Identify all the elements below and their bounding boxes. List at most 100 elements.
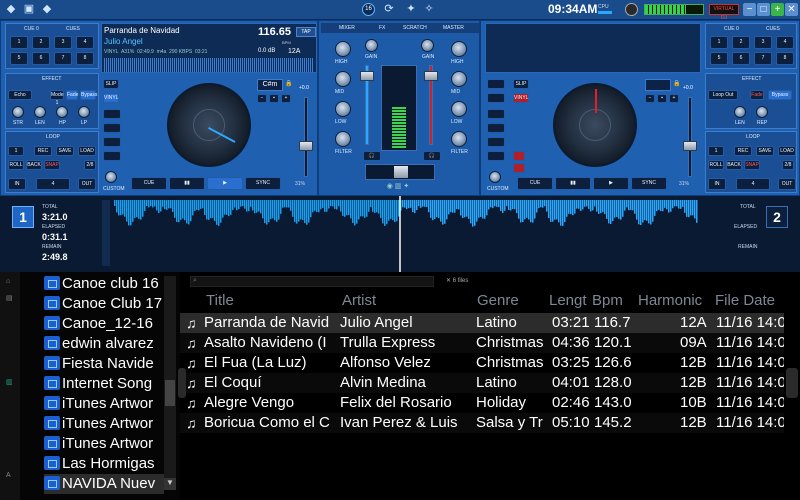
tab-mixer[interactable]: MIXER — [339, 25, 355, 31]
folder-panel-tab[interactable] — [178, 368, 186, 398]
key-down-right[interactable]: − — [645, 94, 655, 103]
loop-out-right[interactable]: OUT — [778, 178, 796, 190]
deck-number-left[interactable]: 1 — [12, 206, 34, 228]
col-harmonic[interactable]: Harmonic — [638, 292, 702, 309]
folder-item[interactable]: Internet Song — [44, 374, 164, 394]
folder-item[interactable]: Canoe_12-16 — [44, 314, 164, 334]
sync-button-right[interactable]: SYNC — [631, 177, 667, 190]
lock-icon[interactable]: 🔒 — [285, 80, 293, 90]
key-down[interactable]: − — [257, 94, 267, 103]
effect-bypass[interactable]: Bypass — [80, 90, 97, 100]
mini-waveform[interactable] — [104, 58, 314, 72]
loop-roll[interactable]: ROLL — [8, 160, 24, 170]
hotcue-2[interactable]: 2 — [732, 36, 750, 49]
eq-knob-right-low[interactable] — [451, 101, 467, 117]
eq-knob-left-high[interactable] — [335, 41, 351, 57]
sync-button[interactable]: SYNC — [245, 177, 281, 190]
red-btn-2[interactable] — [513, 163, 525, 173]
hotcue-7[interactable]: 7 — [54, 52, 72, 65]
hotcue-6[interactable]: 6 — [732, 52, 750, 65]
col-genre[interactable]: Genre — [477, 292, 519, 309]
side-panel-tab[interactable] — [786, 368, 798, 398]
scroll-down-icon[interactable]: ▼ — [164, 478, 176, 490]
loop-snap[interactable]: SNAP — [44, 160, 60, 170]
folder-item[interactable]: Canoe club 16 — [44, 274, 164, 294]
pitch-fader-right[interactable] — [683, 141, 697, 151]
tab-master[interactable]: MASTER — [443, 25, 464, 31]
folder-scroll-thumb[interactable] — [165, 380, 175, 406]
pause-button[interactable]: ▮▮ — [169, 177, 205, 190]
menu-icon[interactable]: ◆ — [4, 3, 18, 16]
eq-knob-right-high[interactable] — [451, 41, 467, 57]
loop-quant[interactable]: 2/8 — [84, 160, 96, 170]
track-row[interactable]: ♫ El Coquí Alvin Medina Latino 04:01 128.0 12B… — [180, 373, 784, 393]
folder-scrollbar[interactable]: ▼ — [164, 276, 176, 490]
hotcue-4[interactable]: 4 — [76, 36, 94, 49]
side-btn-r1[interactable] — [487, 93, 505, 103]
home-icon[interactable]: ⌂ — [6, 278, 10, 285]
hotcue-3[interactable]: 3 — [54, 36, 72, 49]
fx-knob-len-right[interactable] — [734, 106, 746, 118]
crossfader-track[interactable] — [365, 164, 435, 180]
slip-button-right[interactable]: SLIP — [513, 79, 529, 89]
cues-label-right[interactable]: CUES — [766, 26, 780, 32]
headphone-right[interactable]: 🎧 — [423, 151, 441, 161]
fx-knob-len[interactable] — [34, 106, 46, 118]
loop-in-right[interactable]: IN — [708, 178, 726, 190]
tab-scratch[interactable]: SCRATCH — [403, 25, 427, 31]
loop-load-right[interactable]: LOAD — [778, 146, 796, 156]
key-display[interactable]: C#m — [257, 79, 283, 91]
folder-item[interactable]: Canoe Club 17 — [44, 294, 164, 314]
key-reset-right[interactable]: ▪ — [657, 94, 667, 103]
eq-knob-right-filter[interactable] — [451, 131, 467, 147]
volume-fader-left[interactable] — [360, 71, 374, 81]
folder-icon[interactable]: ▤ — [6, 294, 13, 302]
tap-button[interactable]: TAP — [296, 27, 316, 37]
effect-bypass-right[interactable]: Bypass — [768, 90, 792, 100]
side-btn-4[interactable] — [103, 151, 121, 161]
col-length[interactable]: Lengt — [549, 292, 593, 309]
pitch-fader-track[interactable] — [304, 97, 308, 177]
side-btn-r3[interactable] — [487, 123, 505, 133]
loop-out[interactable]: OUT — [78, 178, 96, 190]
loop-load[interactable]: LOAD — [78, 146, 96, 156]
loop-back[interactable]: BACK — [26, 160, 42, 170]
zoom-slider[interactable] — [102, 200, 110, 266]
folder-item[interactable]: edwin alvarez — [44, 334, 164, 354]
effect-mode[interactable]: Mode 1 — [50, 90, 64, 106]
gain-knob-right[interactable] — [421, 39, 434, 52]
loop-save[interactable]: SAVE — [56, 146, 74, 156]
record-icon[interactable]: ◆ — [40, 3, 54, 16]
fx-knob-lp[interactable] — [78, 106, 90, 118]
maximize-icon[interactable]: □ — [757, 3, 770, 16]
loop-roll-right[interactable]: ROLL — [708, 160, 724, 170]
list-icon[interactable]: ▥ — [6, 378, 13, 386]
side-btn-2[interactable] — [103, 123, 121, 133]
fx-knob-hp[interactable] — [56, 106, 68, 118]
key-up-right[interactable]: + — [669, 94, 679, 103]
layout-icon[interactable]: ▣ — [22, 3, 36, 16]
vinyl-button[interactable]: VINYL — [103, 93, 119, 103]
side-btn-1[interactable] — [103, 109, 121, 119]
volume-fader-right[interactable] — [424, 71, 438, 81]
loop-rec-right[interactable]: REC — [734, 146, 752, 156]
tab-fx[interactable]: FX — [379, 25, 385, 31]
close-icon[interactable]: ✕ — [785, 3, 798, 16]
link-icon[interactable]: ✧ — [422, 3, 436, 16]
folder-item[interactable]: iTunes Artwor — [44, 414, 164, 434]
hotcue-5[interactable]: 5 — [10, 52, 28, 65]
play-button-right[interactable]: ▶ — [593, 177, 629, 190]
jog-wheel[interactable] — [167, 83, 251, 167]
fullscreen-icon[interactable]: + — [771, 3, 784, 16]
hotcue-8[interactable]: 8 — [776, 52, 794, 65]
loop-rec[interactable]: REC — [34, 146, 52, 156]
hotcue-4[interactable]: 4 — [776, 36, 794, 49]
eq-knob-left-filter[interactable] — [335, 131, 351, 147]
track-row[interactable]: ♫ El Fua (La Luz) Alfonso Velez Christmas 03… — [180, 353, 784, 373]
headphone-left[interactable]: 🎧 — [363, 151, 381, 161]
sync-icon[interactable]: ⟳ — [382, 3, 396, 16]
loop-size[interactable]: 1 — [8, 146, 24, 156]
folder-item[interactable]: iTunes Artwor — [44, 434, 164, 454]
minimize-icon[interactable]: − — [743, 3, 756, 16]
folder-item[interactable]: Fiesta Navide — [44, 354, 164, 374]
